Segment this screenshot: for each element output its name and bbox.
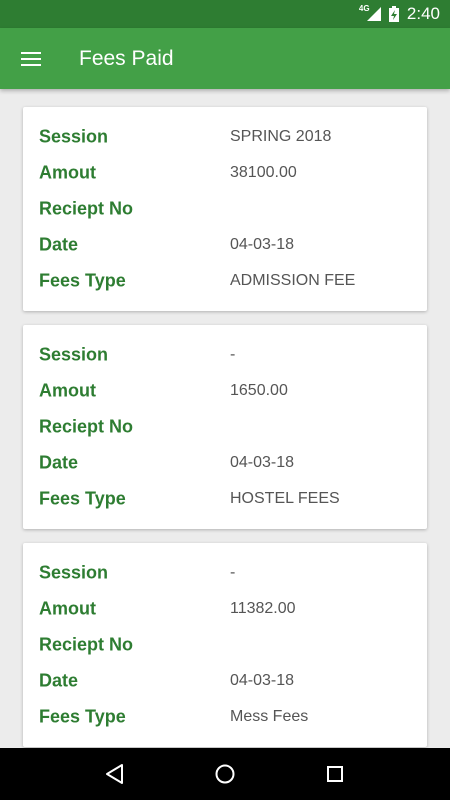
date-row: Date 04-03-18: [23, 227, 427, 263]
battery-charging-icon: [388, 6, 399, 22]
system-nav-bar: [0, 748, 450, 800]
status-bar: 4G 2:40: [0, 0, 450, 28]
fee-record-card: Session - Amout 11382.00 Reciept No Date…: [23, 543, 427, 747]
session-value: -: [230, 564, 236, 581]
date-label: Date: [39, 670, 79, 691]
amount-row: Amout 11382.00: [23, 591, 427, 627]
home-button[interactable]: [205, 754, 245, 794]
fee-record-card: Session SPRING 2018 Amout 38100.00 Recie…: [23, 107, 427, 311]
amount-value: 1650.00: [230, 382, 288, 399]
session-label: Session: [39, 126, 109, 147]
fee-records-list[interactable]: Session SPRING 2018 Amout 38100.00 Recie…: [0, 89, 450, 748]
date-value: 04-03-18: [230, 236, 295, 253]
amount-row: Amout 1650.00: [23, 373, 427, 409]
network-type-label: 4G: [358, 4, 370, 13]
receipt-label: Reciept No: [39, 198, 134, 219]
session-row: Session -: [23, 555, 427, 591]
page-title: Fees Paid: [79, 46, 174, 70]
status-time: 2:40: [406, 4, 440, 23]
receipt-row: Reciept No: [23, 409, 427, 445]
receipt-label: Reciept No: [39, 634, 134, 655]
fees-type-row: Fees Type Mess Fees: [23, 699, 427, 735]
amount-row: Amout 38100.00: [23, 155, 427, 191]
app-bar: Fees Paid: [0, 28, 450, 89]
fees-type-value: HOSTEL FEES: [230, 490, 340, 507]
fees-type-label: Fees Type: [39, 270, 126, 291]
fee-record-card: Session - Amout 1650.00 Reciept No Date …: [23, 325, 427, 529]
recents-button[interactable]: [315, 754, 355, 794]
session-row: Session SPRING 2018: [23, 119, 427, 155]
fees-type-row: Fees Type HOSTEL FEES: [23, 481, 427, 517]
fees-type-label: Fees Type: [39, 488, 126, 509]
amount-label: Amout: [39, 162, 96, 183]
amount-value: 11382.00: [230, 600, 296, 617]
menu-button[interactable]: [0, 28, 62, 89]
date-label: Date: [39, 234, 79, 255]
date-value: 04-03-18: [230, 672, 295, 689]
fees-type-value: ADMISSION FEE: [230, 272, 356, 289]
back-triangle-icon: [106, 764, 123, 784]
session-row: Session -: [23, 337, 427, 373]
date-label: Date: [39, 452, 79, 473]
receipt-row: Reciept No: [23, 191, 427, 227]
amount-value: 38100.00: [230, 164, 297, 181]
amount-label: Amout: [39, 380, 96, 401]
signal-icon: 4G: [359, 4, 381, 21]
session-value: -: [230, 346, 236, 363]
date-value: 04-03-18: [230, 454, 295, 471]
receipt-row: Reciept No: [23, 627, 427, 663]
date-row: Date 04-03-18: [23, 445, 427, 481]
recents-square-icon: [327, 766, 343, 782]
amount-label: Amout: [39, 598, 96, 619]
date-row: Date 04-03-18: [23, 663, 427, 699]
session-value: SPRING 2018: [230, 128, 332, 145]
session-label: Session: [39, 344, 109, 365]
hamburger-menu-icon: [21, 51, 41, 66]
receipt-label: Reciept No: [39, 416, 134, 437]
back-button[interactable]: [95, 754, 135, 794]
home-circle-icon: [215, 764, 235, 784]
fees-type-label: Fees Type: [39, 706, 126, 727]
session-label: Session: [39, 562, 109, 583]
fees-type-value: Mess Fees: [230, 708, 309, 725]
fees-type-row: Fees Type ADMISSION FEE: [23, 263, 427, 299]
